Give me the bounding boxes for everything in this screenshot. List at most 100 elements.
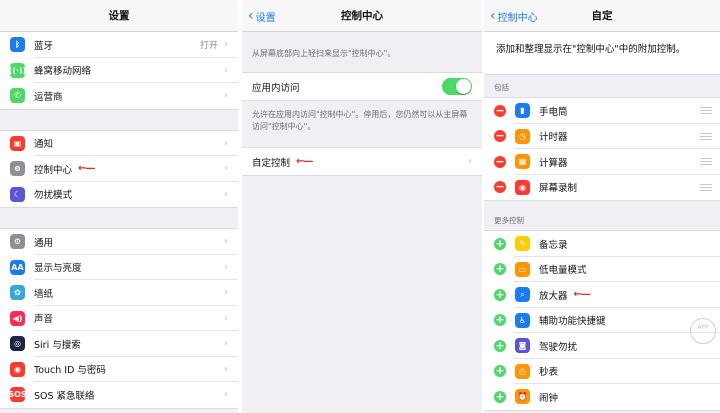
chevron-right-icon: › [224,163,228,175]
control-row-label: 备忘录 [539,239,568,251]
settings-row-label: 勿扰模式 [34,190,73,202]
include-section-header: 包括 [494,83,509,92]
control-row: − ◷ 计时器 [484,123,720,149]
settings-row-label: SOS 紧急联络 [34,390,95,402]
control-center-icon: ⊜ [10,161,25,177]
car-icon: ◙ [515,338,530,354]
gear-icon: ⚙ [10,234,25,250]
remove-control-button[interactable]: − [494,104,506,117]
settings-row[interactable]: SOS SOS 紧急联络 › [0,382,238,408]
chevron-right-icon: › [224,236,228,248]
settings-row-label: Siri 与搜索 [34,339,81,351]
back-label: 控制中心 [497,12,538,24]
reorder-handle[interactable] [700,183,712,191]
add-control-button[interactable]: + [494,263,506,276]
included-controls-list: − ▮ 手电筒 − ◷ 计时器 − ▦ 计算器 − ◉ 屏幕录制 [484,97,720,201]
customize-controls-row[interactable]: 自定控制 ←— › [242,148,482,175]
settings-row[interactable]: ▣ 通知 › [0,131,238,156]
control-row: + ⌕ 放大器 ←— [484,282,720,308]
control-row: + ✎ 备忘录 [484,231,720,257]
customize-navbar: ‹ 控制中心 自定 [484,0,720,32]
control-center-screen: ‹ 设置 控制中心 从屏幕底部向上轻扫来显示"控制中心"。 应用内访问 允许在应用… [242,0,482,413]
settings-row-label: 通用 [34,237,54,249]
page-title: 控制中心 [341,10,383,22]
add-control-button[interactable]: + [494,365,506,378]
chevron-right-icon: › [224,312,228,324]
battery-icon: ▭ [515,261,530,277]
add-control-button[interactable]: + [494,288,506,301]
settings-row-label: 蓝牙 [34,40,54,52]
sos-icon: SOS [8,387,27,403]
notes-icon: ✎ [515,236,530,252]
settings-row-label: 声音 [34,314,54,326]
settings-row[interactable]: ⚙ 通用 › [0,229,238,255]
remove-control-button[interactable]: − [494,130,506,143]
add-control-button[interactable]: + [494,237,506,250]
timer-icon: ◷ [515,128,530,144]
control-row-label: 屏幕录制 [539,183,578,195]
control-row-label: 闹钟 [539,392,559,404]
reorder-handle[interactable] [700,107,712,114]
chevron-right-icon: › [224,389,228,401]
chevron-left-icon: ‹ [490,8,496,24]
chevron-right-icon: › [224,64,228,76]
control-center-navbar: ‹ 设置 控制中心 [242,0,482,32]
bluetooth-icon: ᛒ [10,37,25,53]
moon-icon: ☾ [10,186,25,202]
settings-row[interactable]: ⊜ 控制中心 ←— › [0,156,238,182]
red-arrow-annotation: ←— [78,163,95,175]
settings-row[interactable]: ◀) 声音 › [0,306,238,331]
settings-row[interactable]: ((·)) 蜂窝移动网络 › [0,58,238,83]
screen-record-icon: ◉ [515,179,530,195]
customize-intro: 添加和整理显示在"控制中心"中的附加控制。 [484,32,720,75]
app-watermark-logo: APP · [690,318,716,344]
chevron-right-icon: › [224,90,228,102]
settings-row[interactable]: ✆ 运营商 › [0,83,238,109]
add-control-button[interactable]: + [494,339,506,352]
control-row: + ◙ 驾驶勿扰 [484,333,720,359]
settings-row[interactable]: ✿ 墙纸 › [0,280,238,306]
page-title: 设置 [108,10,130,22]
control-row-label: 低电量模式 [539,265,587,277]
control-row: + ▭ 低电量模式 [484,256,720,282]
add-control-button[interactable]: + [494,390,506,403]
settings-row-label: 运营商 [34,91,63,103]
settings-group-connectivity: ᛒ 蓝牙 打开 › ((·)) 蜂窝移动网络 › ✆ 运营商 › [0,32,238,110]
remove-control-button[interactable]: − [494,181,506,194]
add-control-button[interactable]: + [494,314,506,327]
remove-control-button[interactable]: − [494,155,506,168]
chevron-right-icon: › [224,39,228,51]
settings-row-label: 显示与亮度 [34,263,82,275]
customize-group: 自定控制 ←— › [242,147,482,176]
settings-row-label: 控制中心 [34,164,73,176]
control-row: − ◉ 屏幕录制 [484,174,720,200]
screens-container: 设置 ᛒ 蓝牙 打开 › ((·)) 蜂窝移动网络 › ✆ 运营商 › ▣ 通知 › ⊜ 控制中心 ←— › ☾… [0,0,720,413]
cellular-icon: ((·)) [9,62,26,78]
control-row: − ▦ 计算器 [484,149,720,175]
settings-row[interactable]: ◉ Touch ID 与密码 › [0,357,238,382]
control-row-label: 手电筒 [539,106,568,118]
settings-row[interactable]: ᛒ 蓝牙 打开 › [0,32,238,58]
reorder-handle[interactable] [700,132,712,140]
settings-row[interactable]: ◎ Siri 与搜索 › [0,331,238,357]
settings-row-label: 墙纸 [34,288,54,300]
back-button[interactable]: ‹ 设置 [248,0,276,32]
red-arrow-annotation: ←— [296,156,313,167]
red-arrow-annotation: ←— [573,289,591,301]
settings-row[interactable]: ☾ 勿扰模式 › [0,182,238,208]
more-controls-list: + ✎ 备忘录 + ▭ 低电量模式 + ⌕ 放大器 ←— + ♿ 辅助功能快捷键 + ◙ 驾驶勿扰 + ◴ 秒表 + ⏰… [484,230,720,411]
notification-icon: ▣ [10,135,25,151]
control-row-label: 计时器 [539,132,568,144]
page-title: 自定 [591,10,613,22]
settings-group-notifications: ▣ 通知 › ⊜ 控制中心 ←— › ☾ 勿扰模式 › [0,129,238,208]
access-hint: 允许在应用内访问"控制中心"。停用后，您仍然可以从主屏幕访问"控制中心"。 [252,110,468,131]
in-app-access-row: 应用内访问 [242,73,482,100]
chevron-right-icon: › [224,287,228,299]
control-row-label: 计算器 [539,157,568,169]
back-button[interactable]: ‹ 控制中心 [490,0,538,32]
in-app-access-toggle[interactable] [442,78,472,95]
reorder-handle[interactable] [700,158,712,165]
settings-row[interactable]: AA 显示与亮度 › [0,255,238,280]
control-row-label: 放大器 [539,290,568,302]
swipe-hint: 从屏幕底部向上轻扫来显示"控制中心"。 [252,49,396,58]
